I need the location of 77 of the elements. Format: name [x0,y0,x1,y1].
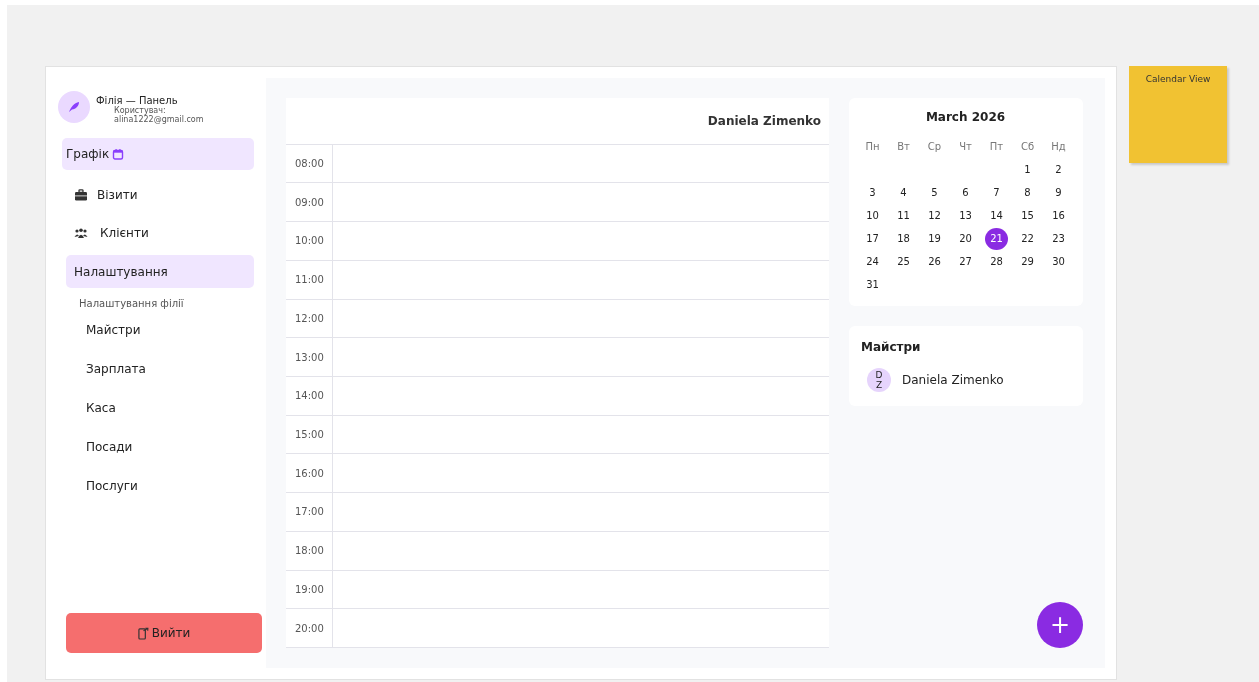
calendar-day[interactable]: 24 [861,250,884,273]
time-label: 12:00 [286,299,333,338]
calendar-day[interactable]: 3 [861,181,884,204]
weekday-label: Нд [1050,141,1067,152]
calendar-day[interactable]: 30 [1047,250,1070,273]
calendar-day[interactable]: 15 [1016,204,1039,227]
calendar-day[interactable]: 31 [861,273,884,296]
calendar-day[interactable]: 21 [985,227,1008,250]
weekday-label: Чт [958,141,973,152]
calendar-day[interactable]: 19 [923,227,946,250]
calendar-day[interactable]: 6 [954,181,977,204]
time-label: 16:00 [286,454,333,493]
time-label: 20:00 [286,609,333,647]
submenu-item[interactable]: Каса [79,389,254,428]
time-label: 11:00 [286,260,333,299]
column-header: Daniela Zimenko [706,113,822,128]
weekday-label: Сб [1019,141,1036,152]
time-label: 10:00 [286,222,333,260]
logout-icon [137,626,149,640]
calendar-day[interactable]: 27 [954,250,977,273]
calendar-day[interactable]: 10 [861,204,884,227]
time-label: 13:00 [286,338,333,376]
initials-avatar: D Z [867,368,891,392]
time-label: 09:00 [286,183,333,222]
weekday-label: Пт [988,141,1005,152]
calendar-day[interactable]: 29 [1016,250,1039,273]
time-label: 14:00 [286,376,333,415]
time-label: 15:00 [286,415,333,454]
calendar-day[interactable]: 12 [923,204,946,227]
nav-item[interactable]: Графік [62,138,254,170]
calendar-day[interactable]: 9 [1047,181,1070,204]
calendar-day[interactable]: 26 [923,250,946,273]
briefcase-icon [74,189,88,201]
calendar-day[interactable]: 17 [861,227,884,250]
panel-title: Філія — Панель [96,95,179,106]
calendar-day[interactable]: 14 [985,204,1008,227]
time-label: 18:00 [286,531,333,570]
calendar-day[interactable]: 22 [1016,227,1039,250]
user-label: Користувач: [114,106,166,115]
calendar-day[interactable]: 4 [892,181,915,204]
calendar-day[interactable]: 28 [985,250,1008,273]
calendar-day[interactable]: 8 [1016,181,1039,204]
calendar-day[interactable]: 5 [923,181,946,204]
calendar-day[interactable]: 11 [892,204,915,227]
month-title: March 2026 [924,110,1007,124]
feather-logo-icon [58,91,90,123]
submenu-item[interactable]: Зарплата [79,350,254,389]
people-icon [74,227,88,239]
note-text: Calendar View [1145,74,1211,86]
time-label: 08:00 [286,144,333,183]
calendar-day[interactable]: 7 [985,181,1008,204]
calendar-day[interactable]: 16 [1047,204,1070,227]
calendar-day[interactable]: 2 [1047,158,1070,181]
settings-nav-item[interactable]: Налаштування [66,255,254,288]
calendar-day[interactable]: 20 [954,227,977,250]
weekday-label: Пн [864,141,881,152]
calendar-day[interactable]: 13 [954,204,977,227]
weekday-label: Вт [896,141,911,152]
master-name[interactable]: Daniela Zimenko [902,373,1004,387]
calendar-day[interactable]: 23 [1047,227,1070,250]
weekday-label: Ср [926,141,943,152]
add-button[interactable]: + [1037,602,1083,648]
calendar-day[interactable]: 25 [892,250,915,273]
time-label: 17:00 [286,493,333,531]
calendar-icon [112,148,125,160]
user-email: alina1222@gmail.com [114,115,204,124]
submenu-heading: Налаштування філії [79,298,185,309]
submenu-item[interactable]: Посади [79,428,254,467]
time-label: 19:00 [286,570,333,609]
nav-item[interactable]: Клієнти [66,217,254,249]
calendar-day[interactable]: 1 [1016,158,1039,181]
masters-title: Майстри [861,340,922,354]
nav-item[interactable]: Візити [66,179,254,211]
logout-button[interactable]: Вийти [66,613,262,653]
submenu-item[interactable]: Послуги [79,467,254,506]
submenu-item[interactable]: Майстри [79,311,254,350]
calendar-day[interactable]: 18 [892,227,915,250]
